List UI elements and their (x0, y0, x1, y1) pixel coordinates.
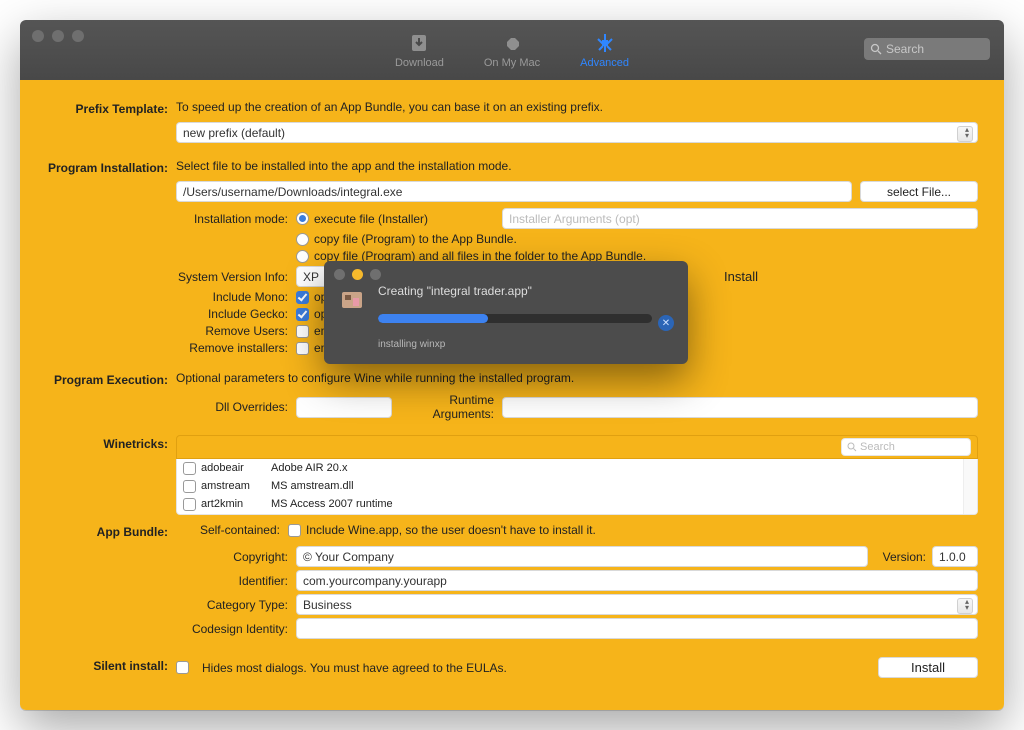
radio-copy-file[interactable] (296, 233, 309, 246)
copyright-input[interactable]: © Your Company (296, 546, 868, 567)
winetricks-item-checkbox[interactable] (183, 462, 196, 475)
winetricks-header: Search (176, 435, 978, 459)
toolbar-search-placeholder: Search (886, 42, 924, 56)
include-gecko-label: Include Gecko: (46, 307, 296, 321)
winetricks-label: Winetricks: (46, 435, 176, 515)
installer-path-input[interactable]: /Users/username/Downloads/integral.exe (176, 181, 852, 202)
runtime-args-label: Runtime Arguments: (392, 393, 502, 421)
tab-on-my-mac-label: On My Mac (484, 57, 540, 69)
app-icon (338, 286, 366, 314)
system-version-label: System Version Info: (46, 270, 296, 284)
prefix-template-desc: To speed up the creation of an App Bundl… (176, 100, 978, 116)
remove-users-checkbox[interactable] (296, 325, 309, 338)
install-button[interactable]: Install (878, 657, 978, 678)
runtime-args-input[interactable] (502, 397, 978, 418)
radio-execute-installer[interactable] (296, 212, 309, 225)
include-mono-label: Include Mono: (46, 290, 296, 304)
toolbar-search[interactable]: Search (864, 38, 990, 60)
program-exec-desc: Optional parameters to configure Wine wh… (176, 371, 978, 387)
program-install-label: Program Installation: (46, 159, 176, 175)
self-contained-checkbox[interactable] (288, 524, 301, 537)
silent-install-checkbox[interactable] (176, 661, 189, 674)
titlebar: Download On My Mac Advanced Search (20, 20, 1004, 80)
self-contained-label: Self-contained: (38, 523, 288, 537)
advanced-icon (594, 32, 616, 54)
window-controls (32, 30, 84, 42)
minimize-icon[interactable] (352, 269, 363, 280)
include-gecko-checkbox[interactable] (296, 308, 309, 321)
install-mode-label: Installation mode: (46, 212, 296, 226)
prefix-template-value: new prefix (default) (183, 126, 285, 140)
include-mono-checkbox[interactable] (296, 291, 309, 304)
radio-execute-label: execute file (Installer) (314, 212, 502, 226)
version-label: Version: (868, 550, 932, 564)
dll-overrides-label: Dll Overrides: (46, 400, 296, 414)
installer-args-input[interactable]: Installer Arguments (opt) (502, 208, 978, 229)
search-icon (870, 43, 882, 55)
remove-installers-label: Remove installers: (46, 341, 296, 355)
radio-copy-file-label: copy file (Program) to the App Bundle. (314, 232, 517, 246)
version-input[interactable]: 1.0.0 (932, 546, 978, 567)
remove-users-label: Remove Users: (46, 324, 296, 338)
tab-download[interactable]: Download (395, 32, 444, 69)
identifier-label: Identifier: (46, 574, 296, 588)
progress-title: Creating "integral trader.app" (378, 284, 674, 298)
winetricks-item-checkbox[interactable] (183, 498, 196, 511)
prefix-template-select[interactable]: new prefix (default) ▴▾ (176, 122, 978, 143)
winetricks-item-checkbox[interactable] (183, 480, 196, 493)
list-item[interactable]: amstream MS amstream.dll (177, 477, 977, 495)
tab-on-my-mac[interactable]: On My Mac (484, 32, 540, 69)
progress-bar (378, 314, 652, 323)
category-label: Category Type: (46, 598, 296, 612)
mac-icon (501, 32, 523, 54)
scrollbar[interactable] (963, 459, 977, 514)
chevron-updown-icon: ▴▾ (965, 127, 969, 139)
codesign-label: Codesign Identity: (46, 622, 296, 636)
zoom-icon[interactable] (370, 269, 381, 280)
progress-status: installing winxp (378, 339, 674, 350)
tab-advanced[interactable]: Advanced (580, 32, 629, 69)
tab-advanced-label: Advanced (580, 57, 629, 69)
identifier-input[interactable]: com.yourcompany.yourapp (296, 570, 978, 591)
close-icon[interactable] (334, 269, 345, 280)
winetricks-search[interactable]: Search (841, 438, 971, 456)
search-icon (847, 442, 857, 452)
installer-path-value: /Users/username/Downloads/integral.exe (183, 185, 402, 199)
dialog-window-controls (324, 261, 688, 284)
silent-install-label: Silent install: (46, 657, 176, 678)
close-icon[interactable] (32, 30, 44, 42)
select-file-button[interactable]: select File... (860, 181, 978, 202)
tab-download-label: Download (395, 57, 444, 69)
progress-dialog: Creating "integral trader.app" ✕ install… (324, 261, 688, 364)
program-exec-label: Program Execution: (46, 371, 176, 387)
list-item[interactable]: adobeair Adobe AIR 20.x (177, 459, 977, 477)
progress-fill (378, 314, 488, 323)
dll-overrides-input[interactable] (296, 397, 392, 418)
category-select[interactable]: Business ▴▾ (296, 594, 978, 615)
cancel-button[interactable]: ✕ (658, 315, 674, 331)
zoom-icon[interactable] (72, 30, 84, 42)
remove-installers-checkbox[interactable] (296, 342, 309, 355)
winetricks-list: adobeair Adobe AIR 20.x amstream MS amst… (176, 459, 978, 515)
chevron-updown-icon: ▴▾ (965, 599, 969, 611)
minimize-icon[interactable] (52, 30, 64, 42)
list-item[interactable]: art2kmin MS Access 2007 runtime (177, 495, 977, 513)
program-install-desc: Select file to be installed into the app… (176, 159, 978, 175)
codesign-input[interactable] (296, 618, 978, 639)
radio-copy-folder[interactable] (296, 250, 309, 263)
download-icon (408, 32, 430, 54)
prefix-template-label: Prefix Template: (46, 100, 176, 116)
copyright-label: Copyright: (46, 550, 296, 564)
